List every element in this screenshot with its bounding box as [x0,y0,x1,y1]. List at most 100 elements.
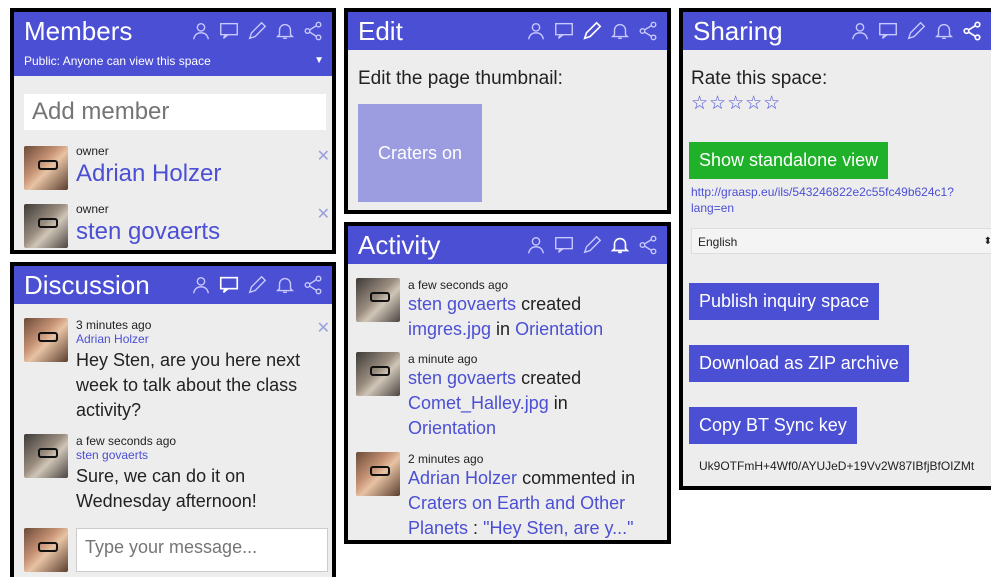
avatar [356,452,400,496]
members-header: Members [14,12,332,50]
thumbnail-text: Craters on [377,142,463,163]
select-arrows-icon: ⬍ [984,229,991,255]
pencil-icon[interactable] [246,274,268,296]
bell-icon[interactable] [609,234,631,256]
activity-title: Activity [358,229,441,260]
bell-icon[interactable] [609,20,631,42]
remove-member-icon[interactable]: ✕ [317,146,330,166]
share-icon[interactable] [637,234,659,256]
activity-verb: created [521,294,582,314]
pencil-icon[interactable] [905,20,927,42]
bell-icon[interactable] [933,20,955,42]
message-time: 3 minutes ago [76,318,152,332]
activity-time: a few seconds ago [408,278,509,292]
sharing-toolbar [849,20,983,42]
url-line: lang=en [691,201,735,215]
copy-sync-key-button[interactable]: Copy BT Sync key [689,407,857,444]
share-icon[interactable] [637,20,659,42]
activity-object[interactable]: Comet_Halley.jpg [408,393,549,413]
activity-separator: : [468,518,484,538]
discussion-panel: Discussion 3 minutes ago Adrian Holzer H… [10,262,336,577]
avatar [24,528,68,572]
user-icon[interactable] [525,234,547,256]
activity-target[interactable]: Orientation [408,418,496,438]
message-author[interactable]: sten govaerts [76,448,148,462]
avatar [356,278,400,322]
activity-text: Adrian Holzer commented in Craters on Ea… [408,466,664,540]
share-icon[interactable] [302,20,324,42]
avatar [24,434,68,478]
url-line: http://graasp.eu/ils/543246822e2c55fc49b… [691,185,954,199]
rating-stars[interactable]: ☆☆☆☆☆ [691,92,781,115]
page-thumbnail[interactable]: Craters on [358,104,482,202]
download-zip-button[interactable]: Download as ZIP archive [689,345,909,382]
language-select[interactable]: English ⬍ [691,228,991,254]
activity-actor[interactable]: sten govaerts [408,294,516,314]
activity-text: sten govaerts created Comet_Halley.jpg i… [408,366,658,441]
activity-time: a minute ago [408,352,478,366]
activity-prep: in [553,393,568,413]
language-value: English [698,235,738,249]
edit-header: Edit [348,12,667,50]
activity-quote[interactable]: "Hey Sten, are y..." [483,518,634,538]
message-author[interactable]: Adrian Holzer [76,332,149,346]
publish-button[interactable]: Publish inquiry space [689,283,880,320]
share-icon[interactable] [302,274,324,296]
activity-actor[interactable]: Adrian Holzer [408,468,517,488]
user-icon[interactable] [190,20,212,42]
edit-panel: Edit Edit the page thumbnail: Craters on [344,8,671,214]
message-text: Sure, we can do it on Wednesday afternoo… [76,466,257,511]
sync-key: Uk9OTFmH+4Wf0/AYUJeD+19Vv2W87IBfjBfOIZMt [699,459,975,473]
standalone-url[interactable]: http://graasp.eu/ils/543246822e2c55fc49b… [691,184,954,216]
delete-message-icon[interactable]: ✕ [317,318,330,338]
edit-title: Edit [358,15,403,46]
member-name[interactable]: Adrian Holzer [76,160,221,188]
avatar [24,146,68,190]
activity-text: sten govaerts created imgres.jpg in Orie… [408,292,658,342]
chat-icon[interactable] [218,274,240,296]
sharing-header: Sharing [683,12,991,50]
standalone-view-button[interactable]: Show standalone view [689,142,889,179]
sharing-panel: Sharing Rate this space: ☆☆☆☆☆ Show stan… [679,8,991,490]
user-icon[interactable] [849,20,871,42]
remove-member-icon[interactable]: ✕ [317,204,330,224]
add-member-input[interactable] [24,94,326,130]
visibility-label: Public: Anyone can view this space [24,54,211,68]
share-icon[interactable] [961,20,983,42]
chat-icon[interactable] [553,234,575,256]
pencil-icon[interactable] [581,20,603,42]
bell-icon[interactable] [274,274,296,296]
pencil-icon[interactable] [581,234,603,256]
activity-verb: created [521,368,582,388]
activity-header: Activity [348,226,667,264]
message-input[interactable] [76,528,328,572]
rate-label: Rate this space: [691,68,828,89]
visibility-select[interactable]: Public: Anyone can view this space ▼ [14,50,332,76]
edit-toolbar [525,20,659,42]
activity-prep: in [496,319,511,339]
activity-verb: commented in [522,468,636,488]
activity-target[interactable]: Orientation [515,319,603,339]
member-item: owner sten govaerts ✕ [24,200,330,250]
member-name[interactable]: sten govaerts [76,218,220,246]
activity-actor[interactable]: sten govaerts [408,368,516,388]
activity-toolbar [525,234,659,256]
user-icon[interactable] [525,20,547,42]
message-text: Hey Sten, are you here next week to talk… [76,350,301,420]
discussion-toolbar [190,274,324,296]
activity-object[interactable]: imgres.jpg [408,319,491,339]
user-icon[interactable] [190,274,212,296]
bell-icon[interactable] [274,20,296,42]
chat-icon[interactable] [553,20,575,42]
member-role: owner [76,202,109,216]
members-toolbar [190,20,324,42]
activity-panel: Activity a few seconds ago sten govaerts… [344,222,671,544]
pencil-icon[interactable] [246,20,268,42]
avatar [356,352,400,396]
discussion-header: Discussion [14,266,332,304]
chat-icon[interactable] [218,20,240,42]
members-title: Members [24,15,133,46]
avatar [24,204,68,248]
activity-time: 2 minutes ago [408,452,484,466]
chat-icon[interactable] [877,20,899,42]
